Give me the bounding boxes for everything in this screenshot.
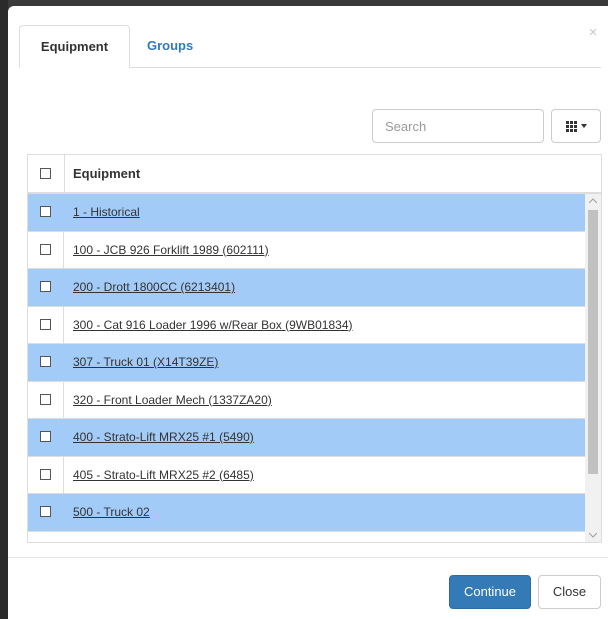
- row-checkbox[interactable]: [40, 318, 51, 330]
- close-button[interactable]: Close: [538, 575, 601, 609]
- table-row[interactable]: 200 - Drott 1800CC (6213401): [28, 269, 585, 307]
- equipment-link[interactable]: 500 - Truck 02: [73, 494, 150, 531]
- equipment-link[interactable]: 307 - Truck 01 (X14T39ZE): [73, 344, 218, 381]
- table-header: Equipment: [28, 155, 601, 194]
- row-checkbox[interactable]: [40, 206, 51, 217]
- row-checkbox[interactable]: [40, 243, 51, 255]
- scroll-down-arrow-icon[interactable]: [585, 528, 601, 542]
- footer-divider: [8, 557, 608, 558]
- tab-bar: Equipment Groups: [19, 25, 601, 68]
- continue-button[interactable]: Continue: [449, 575, 531, 609]
- table-row[interactable]: 405 - Strato-Lift MRX25 #2 (6485): [28, 456, 585, 494]
- grid-icon: [565, 120, 577, 132]
- select-all-checkbox[interactable]: [40, 168, 51, 179]
- row-checkbox[interactable]: [40, 356, 51, 367]
- table-row[interactable]: 500 - Truck 02: [28, 494, 585, 532]
- column-header-equipment: Equipment: [73, 166, 141, 181]
- equipment-link[interactable]: 200 - Drott 1800CC (6213401): [73, 269, 235, 306]
- equipment-link[interactable]: 400 - Strato-Lift MRX25 #1 (5490): [73, 419, 254, 456]
- row-checkbox[interactable]: [40, 393, 51, 405]
- scrollbar-thumb[interactable]: [588, 210, 598, 474]
- search-input[interactable]: [372, 109, 544, 143]
- scrollbar[interactable]: [585, 194, 601, 542]
- equipment-link[interactable]: 300 - Cat 916 Loader 1996 w/Rear Box (9W…: [73, 307, 353, 344]
- table-body: 1 - Historical 100 - JCB 926 Forklift 198…: [28, 194, 585, 542]
- equipment-link[interactable]: 1 - Historical: [73, 194, 140, 231]
- equipment-link[interactable]: 100 - JCB 926 Forklift 1989 (602111): [73, 232, 269, 269]
- row-checkbox[interactable]: [40, 468, 51, 480]
- scroll-up-arrow-icon[interactable]: [585, 194, 601, 208]
- columns-toggle-button[interactable]: [551, 109, 601, 143]
- modal-backdrop: [0, 0, 8, 619]
- equipment-table: Equipment 1 - Historical 100 - JCB 926 Fo…: [27, 154, 602, 543]
- equipment-link[interactable]: 320 - Front Loader Mech (1337ZA20): [73, 382, 272, 419]
- row-checkbox[interactable]: [40, 281, 51, 292]
- equipment-link[interactable]: 405 - Strato-Lift MRX25 #2 (6485): [73, 457, 254, 494]
- row-checkbox[interactable]: [40, 506, 51, 517]
- tab-groups[interactable]: Groups: [147, 25, 193, 68]
- table-row[interactable]: 1 - Historical: [28, 194, 585, 232]
- tab-equipment[interactable]: Equipment: [19, 25, 130, 68]
- row-checkbox[interactable]: [40, 431, 51, 442]
- equipment-dialog: × Equipment Groups Equipment 1 - Histori…: [8, 6, 608, 619]
- table-row[interactable]: 300 - Cat 916 Loader 1996 w/Rear Box (9W…: [28, 306, 585, 344]
- table-row[interactable]: 100 - JCB 926 Forklift 1989 (602111): [28, 231, 585, 269]
- table-row[interactable]: 400 - Strato-Lift MRX25 #1 (5490): [28, 419, 585, 457]
- table-row[interactable]: 307 - Truck 01 (X14T39ZE): [28, 344, 585, 382]
- table-row[interactable]: 320 - Front Loader Mech (1337ZA20): [28, 381, 585, 419]
- caret-down-icon: [580, 124, 587, 128]
